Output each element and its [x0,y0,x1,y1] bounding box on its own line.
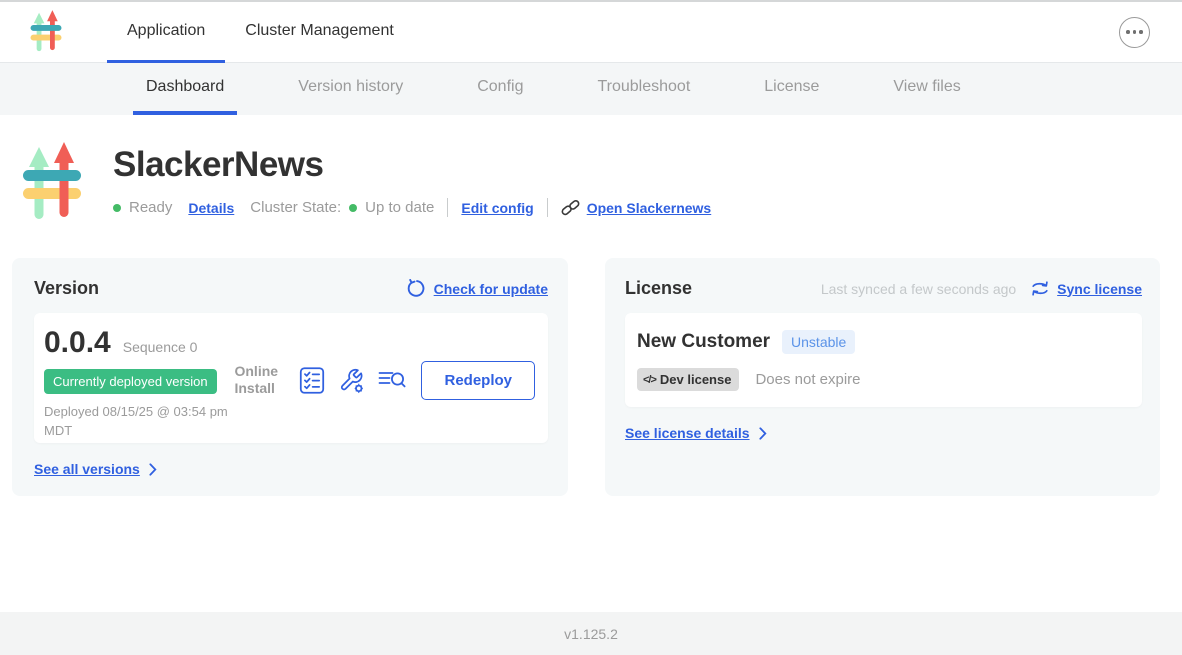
admin-console-logo [0,2,107,62]
tab-troubleshoot[interactable]: Troubleshoot [584,63,703,115]
preflight-checks-icon[interactable] [299,367,325,394]
license-card-title: License [625,278,692,299]
app-status-dot [113,204,121,212]
app-logo-icon [22,140,82,228]
tab-version-history[interactable]: Version history [285,63,416,115]
app-logo-large [22,140,82,228]
app-status-row: Ready Details Cluster State: Up to date … [113,198,711,217]
sync-license[interactable]: Sync license [1031,281,1142,297]
chevron-right-icon [759,427,767,440]
version-card: Version Check for update 0.0.4 Sequence … [12,258,568,496]
edit-config-link[interactable]: Edit config [461,200,533,216]
tab-config[interactable]: Config [464,63,536,115]
sync-arrows-icon [1031,281,1049,296]
license-type-badge: </> Dev license [637,368,739,391]
tab-application[interactable]: Application [107,2,225,63]
cluster-state-text: Up to date [365,199,434,216]
tab-license[interactable]: License [751,63,832,115]
app-subnav: Dashboard Version history Config Trouble… [0,63,1182,115]
redeploy-button[interactable]: Redeploy [421,361,535,400]
last-synced-text: Last synced a few seconds ago [821,281,1016,297]
link-chain-icon [561,198,580,217]
divider [547,198,548,217]
current-version-panel: 0.0.4 Sequence 0 Currently deployed vers… [34,313,548,443]
more-menu-button[interactable] [1119,17,1150,48]
sequence-label: Sequence 0 [123,339,198,355]
deployed-status-badge: Currently deployed version [44,369,217,394]
deployed-timestamp: Deployed 08/15/25 @ 03:54 pm MDT [44,403,234,441]
top-header: Application Cluster Management [0,0,1182,63]
app-header: SlackerNews Ready Details Cluster State:… [0,115,1182,228]
refresh-icon [407,279,426,298]
cluster-state-label: Cluster State: [250,199,341,216]
page-title: SlackerNews [113,145,711,185]
divider [447,198,448,217]
details-link[interactable]: Details [188,200,234,216]
app-status-text: Ready [129,199,172,216]
app-logo-icon [30,9,62,56]
expiration-text: Does not expire [755,371,860,388]
open-app-link[interactable]: Open Slackernews [587,200,712,216]
channel-badge: Unstable [782,330,855,354]
license-type-text: Dev license [660,372,732,387]
tab-cluster-management[interactable]: Cluster Management [225,2,414,63]
version-card-title: Version [34,278,99,299]
cluster-state-dot [349,204,357,212]
version-number: 0.0.4 [44,326,111,360]
view-files-search-icon[interactable] [378,368,406,392]
tab-view-files[interactable]: View files [880,63,973,115]
console-version: v1.125.2 [564,626,618,642]
install-type-label: Online Install [234,363,286,398]
tab-dashboard[interactable]: Dashboard [133,63,237,115]
see-license-details[interactable]: See license details [625,425,767,441]
see-all-versions[interactable]: See all versions [34,461,157,477]
ellipsis-icon [1126,30,1130,34]
check-for-update-link[interactable]: Check for update [434,281,548,297]
license-summary-panel: New Customer Unstable </> Dev license Do… [625,313,1142,407]
code-icon: </> [643,374,656,386]
config-wrench-icon[interactable] [338,367,365,394]
license-card: License Last synced a few seconds ago Sy… [605,258,1160,496]
see-license-details-link[interactable]: See license details [625,425,750,441]
check-for-update[interactable]: Check for update [407,279,548,298]
main-nav: Application Cluster Management [107,2,414,62]
customer-name: New Customer [637,331,770,353]
see-all-versions-link[interactable]: See all versions [34,461,140,477]
console-footer: v1.125.2 [0,612,1182,655]
chevron-right-icon [149,463,157,476]
dashboard-main: SlackerNews Ready Details Cluster State:… [0,115,1182,612]
sync-license-link[interactable]: Sync license [1057,281,1142,297]
